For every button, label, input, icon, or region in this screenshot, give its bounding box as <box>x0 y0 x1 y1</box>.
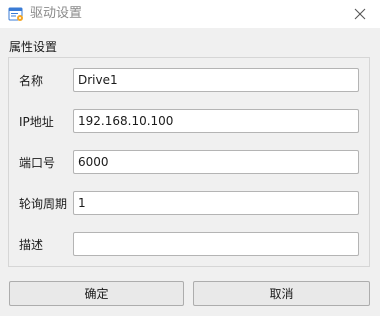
close-button[interactable] <box>342 0 378 28</box>
settings-window-icon <box>8 7 23 21</box>
description-label: 描述 <box>19 238 44 252</box>
cancel-button[interactable]: 取消 <box>193 281 370 306</box>
port-label: 端口号 <box>19 156 56 170</box>
polling-period-input[interactable] <box>73 191 359 215</box>
name-input[interactable] <box>73 68 359 92</box>
title-bar: 驱动设置 <box>0 0 380 28</box>
ip-address-input[interactable] <box>73 109 359 133</box>
name-label: 名称 <box>19 74 44 88</box>
window-title: 驱动设置 <box>30 6 83 21</box>
close-icon <box>354 8 366 20</box>
port-input[interactable] <box>73 150 359 174</box>
description-input[interactable] <box>73 232 359 256</box>
ok-button[interactable]: 确定 <box>9 281 184 306</box>
ip-address-label: IP地址 <box>19 115 54 129</box>
group-title: 属性设置 <box>9 40 58 54</box>
polling-period-label: 轮询周期 <box>19 197 68 211</box>
